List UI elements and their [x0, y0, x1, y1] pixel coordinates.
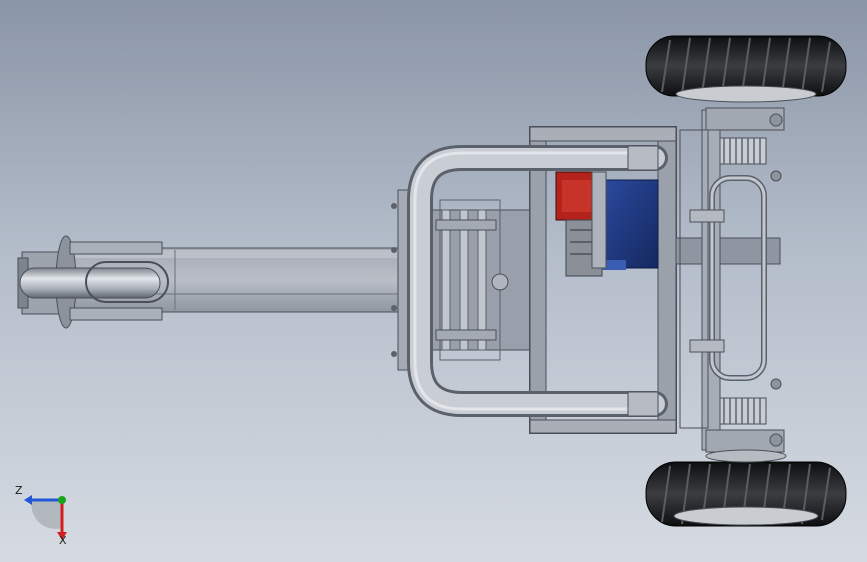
- z-axis-label: Z: [15, 484, 23, 497]
- end-pin[interactable]: [19, 261, 169, 303]
- motor-unit[interactable]: [591, 171, 659, 270]
- wheel-top[interactable]: [645, 35, 847, 103]
- assembly-model[interactable]: [0, 0, 867, 562]
- orientation-triad[interactable]: Z X: [12, 478, 82, 550]
- x-axis-label: X: [59, 534, 67, 547]
- wheel-bottom[interactable]: [645, 449, 847, 527]
- cad-graphics-viewport[interactable]: Z X: [0, 0, 867, 562]
